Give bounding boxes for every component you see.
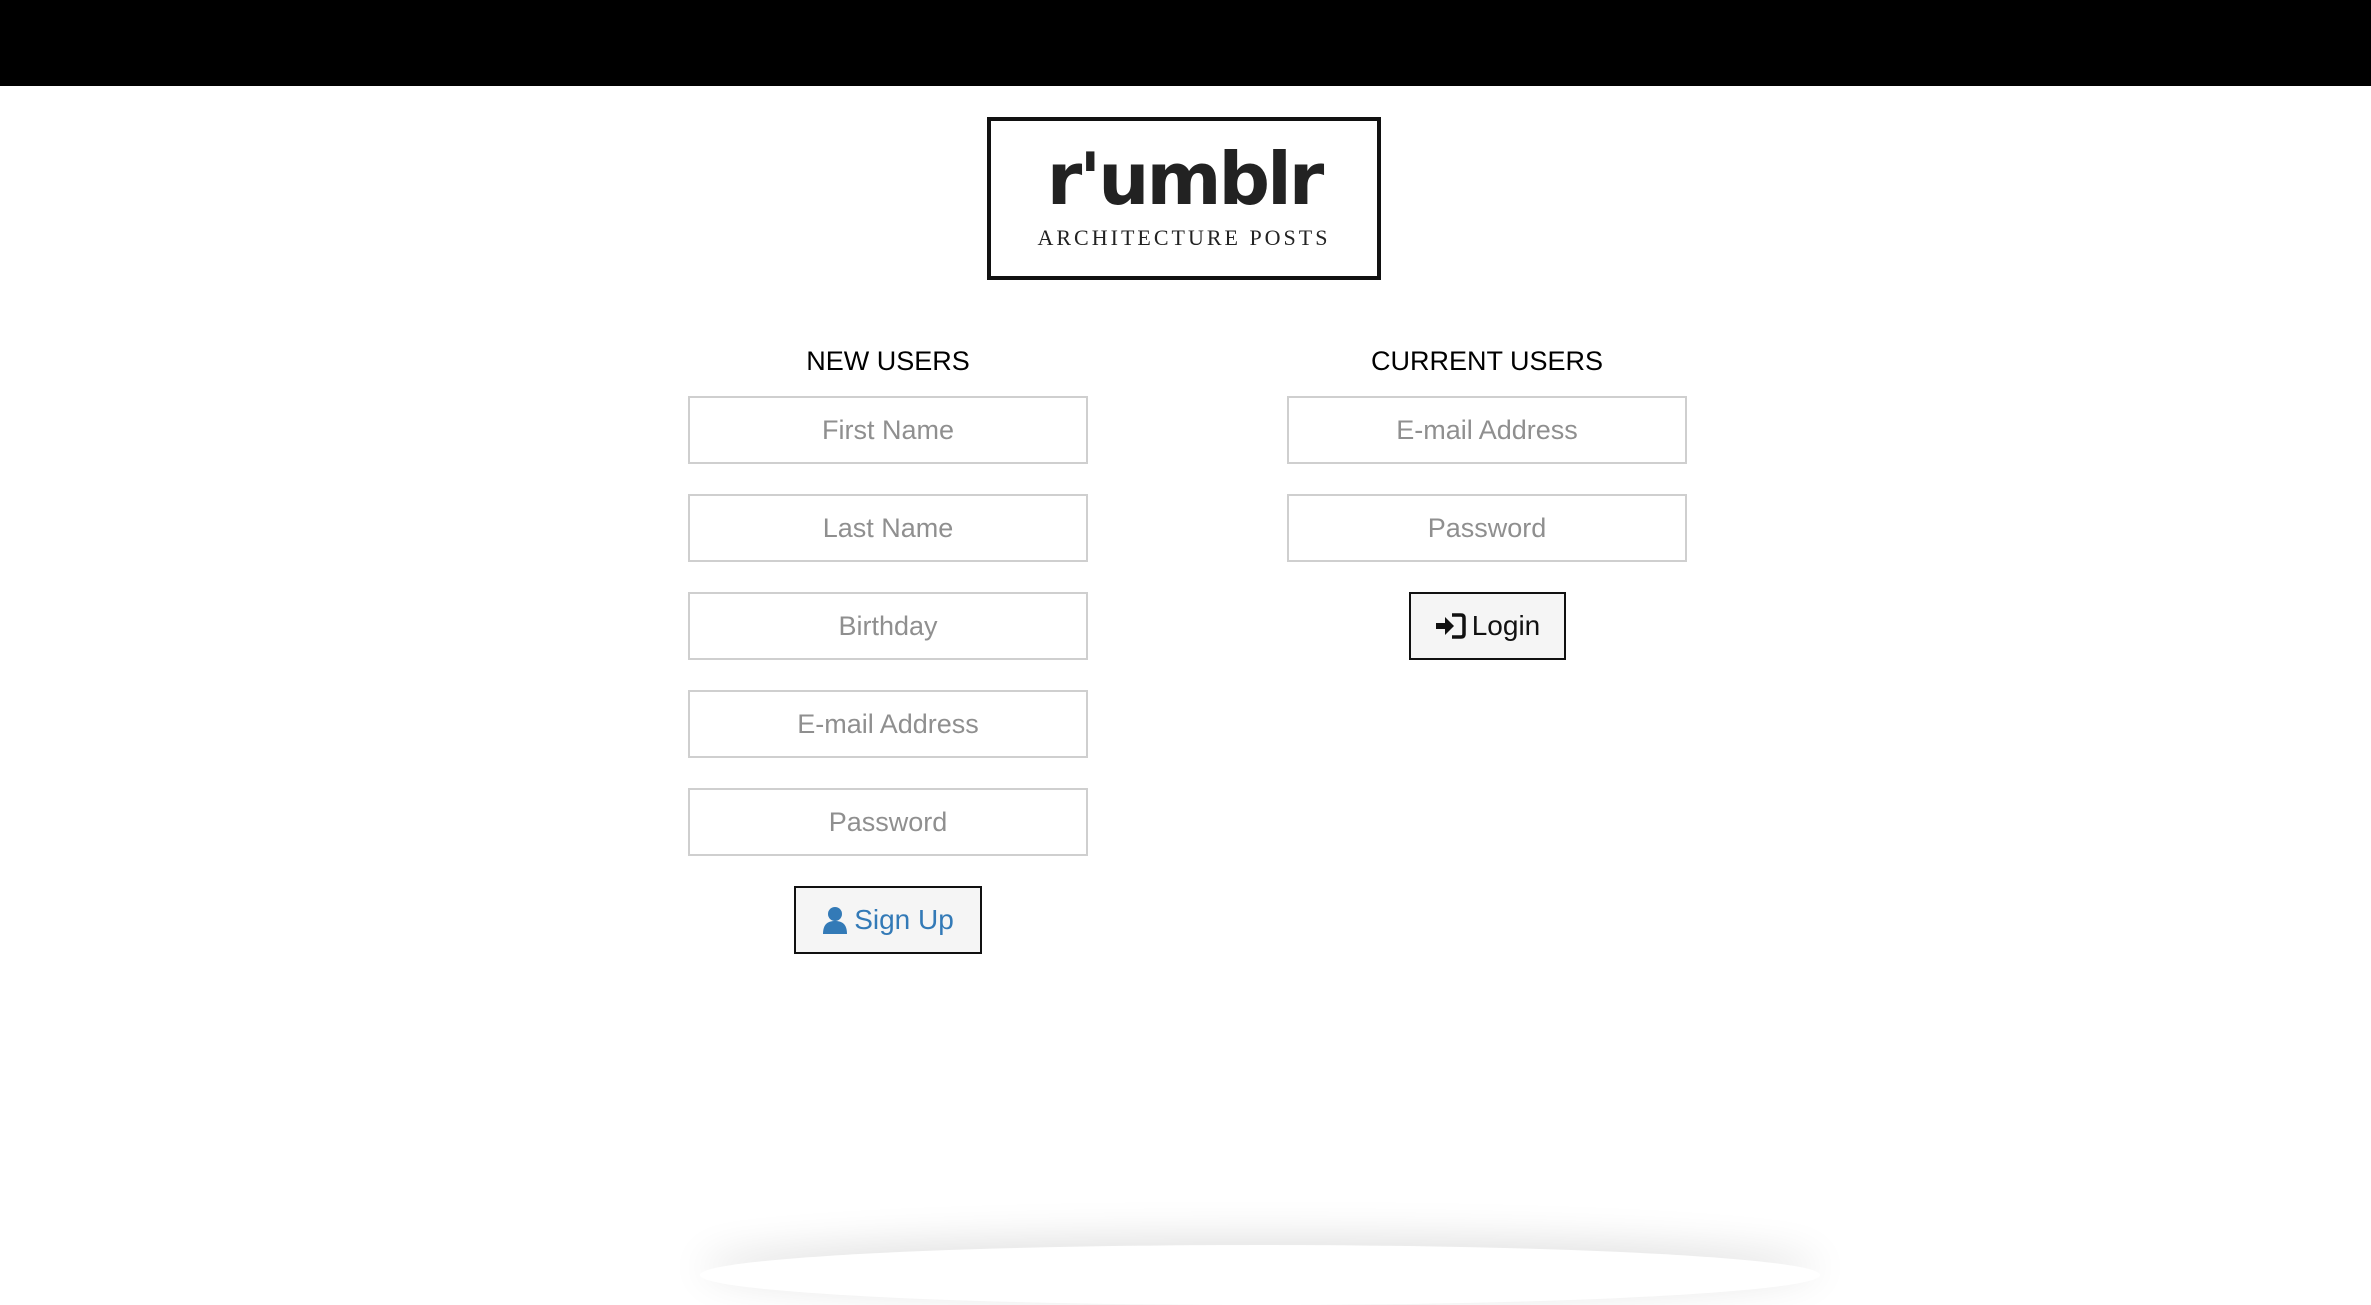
top-bar	[0, 0, 2371, 86]
current-users-section: CURRENT USERS Login	[1287, 343, 1687, 660]
first-name-input[interactable]	[688, 396, 1088, 464]
new-users-title: NEW USERS	[806, 346, 970, 376]
logo-subtitle: ARCHITECTURE POSTS	[1037, 225, 1331, 250]
signup-password-input[interactable]	[688, 788, 1088, 856]
sign-up-label: Sign Up	[854, 904, 954, 935]
sign-in-icon	[1434, 612, 1466, 640]
logo: r'umblr ARCHITECTURE POSTS	[987, 117, 1381, 280]
login-label: Login	[1471, 610, 1541, 641]
last-name-input[interactable]	[688, 494, 1088, 562]
login-password-input[interactable]	[1287, 494, 1687, 562]
login-button[interactable]: Login	[1408, 592, 1566, 660]
user-icon	[822, 906, 848, 934]
sign-up-button[interactable]: Sign Up	[794, 886, 982, 954]
login-email-input[interactable]	[1287, 396, 1687, 464]
new-users-section: NEW USERS Sign Up	[688, 343, 1088, 954]
signup-email-input[interactable]	[688, 690, 1088, 758]
birthday-input[interactable]	[688, 592, 1088, 660]
bottom-shadow	[700, 1245, 1820, 1305]
logo-wordmark: r'umblr	[1046, 137, 1325, 221]
current-users-title: CURRENT USERS	[1370, 346, 1604, 376]
